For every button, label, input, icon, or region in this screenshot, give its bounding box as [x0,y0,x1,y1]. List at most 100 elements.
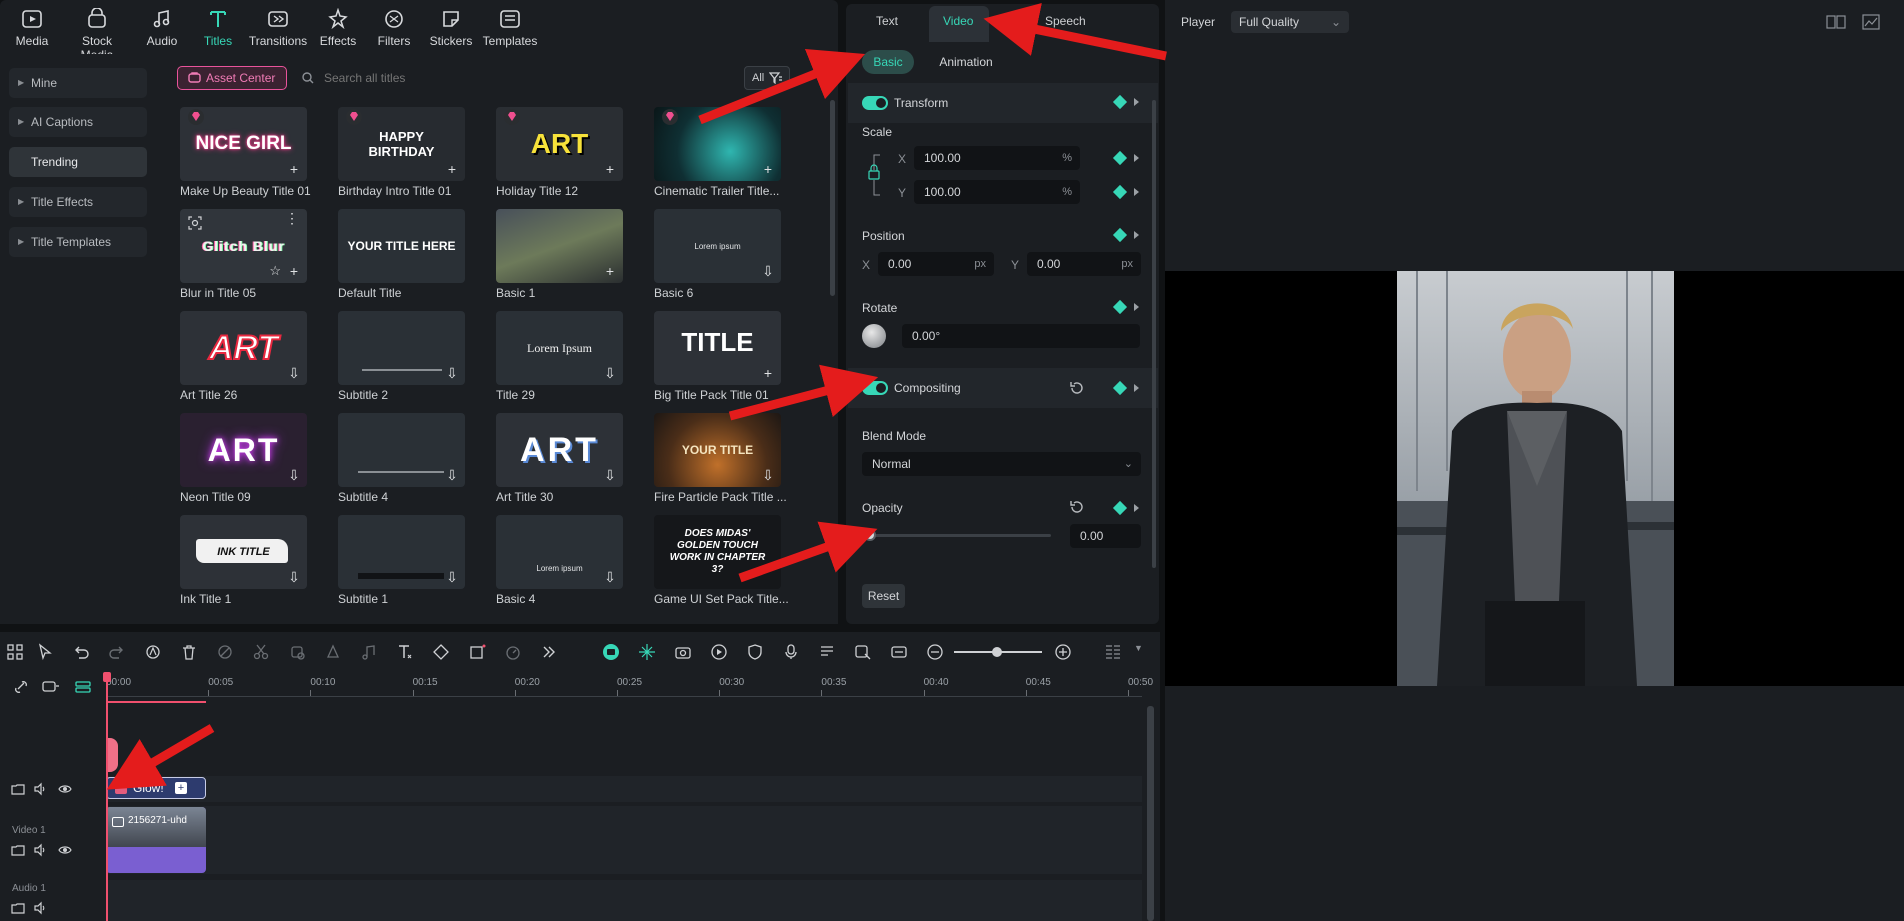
more-tools-icon[interactable] [540,643,558,661]
subtab-animation[interactable]: Animation [926,50,1006,74]
camera-snapshot-icon[interactable] [674,643,692,661]
color-match-icon[interactable] [324,643,342,661]
keyframe-tool-icon[interactable] [432,643,450,661]
delete-icon[interactable] [180,643,198,661]
track-layout-icon[interactable] [1104,643,1122,661]
opacity-slider-thumb[interactable] [864,529,876,541]
title-clip-glow[interactable]: Glow! + [106,777,206,799]
sidebar-item-mine[interactable]: ▶ Mine [9,68,147,98]
tab-speech[interactable]: Speech [1045,14,1086,28]
download-icon[interactable]: ⇩ [603,366,617,380]
transform-toggle[interactable] [862,96,888,110]
track-mute-icon[interactable] [33,901,47,915]
scale-link-lock-icon[interactable] [866,152,886,198]
toolbar-media[interactable]: Media [0,8,64,48]
shield-icon[interactable] [746,643,764,661]
opacity-field[interactable]: 0.00 [1070,524,1141,548]
title-card[interactable]: Lorem Ipsum ⇩ [496,311,623,385]
title-card[interactable]: YOUR TITLE HERE [338,209,465,283]
track-visibility-eye-icon[interactable] [58,782,72,796]
opacity-next-keyframe-icon[interactable] [1134,504,1139,512]
position-next-keyframe-icon[interactable] [1134,231,1139,239]
tab-video[interactable]: Video [943,14,973,28]
add-track-icon[interactable] [42,679,60,695]
scale-x-field[interactable]: 100.00% [914,146,1080,170]
sidebar-item-ai-captions[interactable]: ▶ AI Captions [9,107,147,137]
detach-audio-icon[interactable] [216,643,234,661]
title-card[interactable]: ART ⇩ [180,413,307,487]
voiceover-list-icon[interactable] [818,643,836,661]
asset-center-button[interactable]: Asset Center [177,66,287,90]
video-clip[interactable]: 2156271-uhd [106,807,206,873]
download-icon[interactable]: ⇩ [445,570,459,584]
redo-icon[interactable] [108,643,126,661]
layout-grid-icon[interactable] [6,643,24,661]
title-card[interactable]: INK TITLE ⇩ [180,515,307,589]
clip-effect-plus-icon[interactable]: + [175,782,187,794]
title-card[interactable]: ⇩ [338,413,465,487]
download-icon[interactable]: ⇩ [445,468,459,482]
rotate-dial[interactable] [862,324,886,348]
track-folder-icon[interactable] [11,901,25,915]
opacity-slider-track[interactable] [870,534,1051,537]
timeline-scrollbar[interactable] [1147,706,1154,921]
scale-y-field[interactable]: 100.00% [914,180,1080,204]
track-visibility-eye-icon[interactable] [58,843,72,857]
reset-button[interactable]: Reset [862,584,905,608]
rotate-field[interactable]: 0.00° [902,324,1140,348]
ai-tools-icon[interactable] [144,643,162,661]
download-icon[interactable]: ⇩ [761,468,775,482]
toolbar-filters[interactable]: Filters [362,8,426,48]
text-tool-icon[interactable] [396,643,414,661]
download-icon[interactable]: ⇩ [761,264,775,278]
toolbar-templates[interactable]: Templates [478,8,542,48]
zoom-slider-thumb[interactable] [992,647,1002,657]
scopes-chart-icon[interactable] [1862,14,1880,30]
add-icon[interactable]: + [603,264,617,278]
title-card[interactable]: YOUR TITLE ⇩ [654,413,781,487]
title-card[interactable]: Lorem ipsum ⇩ [654,209,781,283]
audio-note-icon[interactable] [360,643,378,661]
mask-rect-icon[interactable] [468,643,486,661]
speed-icon[interactable] [504,643,522,661]
title-card[interactable]: ⇩ [338,515,465,589]
toolbar-titles[interactable]: Titles [186,8,250,48]
download-icon[interactable]: ⇩ [287,468,301,482]
sidebar-item-trending[interactable]: Trending [9,147,147,177]
playhead-handle[interactable] [103,672,111,682]
playhead[interactable] [106,672,108,921]
filter-dropdown[interactable]: All [744,66,790,90]
opacity-reset-icon[interactable] [1069,499,1085,515]
title-card[interactable]: + [654,107,781,181]
sidebar-item-title-templates[interactable]: ▶ Title Templates [9,227,147,257]
rotate-next-keyframe-icon[interactable] [1134,303,1139,311]
quality-dropdown[interactable]: Full Quality ⌄ [1231,11,1349,33]
track-folder-icon[interactable] [11,782,25,796]
render-preview-icon[interactable] [602,643,620,661]
compare-view-icon[interactable] [1826,14,1846,30]
track-layout-chevron-icon[interactable]: ▼ [1134,643,1143,653]
link-icon[interactable] [12,679,30,695]
title-card[interactable]: ART ⇩ [180,311,307,385]
position-x-field[interactable]: 0.00 px [878,252,994,276]
download-icon[interactable]: ⇩ [287,366,301,380]
add-icon[interactable]: + [761,162,775,176]
download-icon[interactable]: ⇩ [603,468,617,482]
replace-clip-icon[interactable] [854,643,872,661]
blend-mode-select[interactable]: Normal ⌄ [862,452,1141,476]
tab-text[interactable]: Text [876,14,898,28]
title-card[interactable]: TITLE + [654,311,781,385]
magnetic-track-icon[interactable] [74,679,92,695]
scale-x-next-keyframe-icon[interactable] [1134,154,1139,162]
toolbar-stickers[interactable]: Stickers [419,8,483,48]
auto-highlight-icon[interactable] [638,643,656,661]
undo-icon[interactable] [72,643,90,661]
title-card[interactable]: ART ⇩ [496,413,623,487]
title-card[interactable]: ART + [496,107,623,181]
crop-icon[interactable] [288,643,306,661]
title-card[interactable]: DOES MIDAS' GOLDEN TOUCH WORK IN CHAPTER… [654,515,781,589]
fit-timeline-icon[interactable] [890,643,908,661]
track-folder-icon[interactable] [11,843,25,857]
compositing-toggle[interactable] [862,381,888,395]
title-card[interactable]: Lorem ipsum ⇩ [496,515,623,589]
